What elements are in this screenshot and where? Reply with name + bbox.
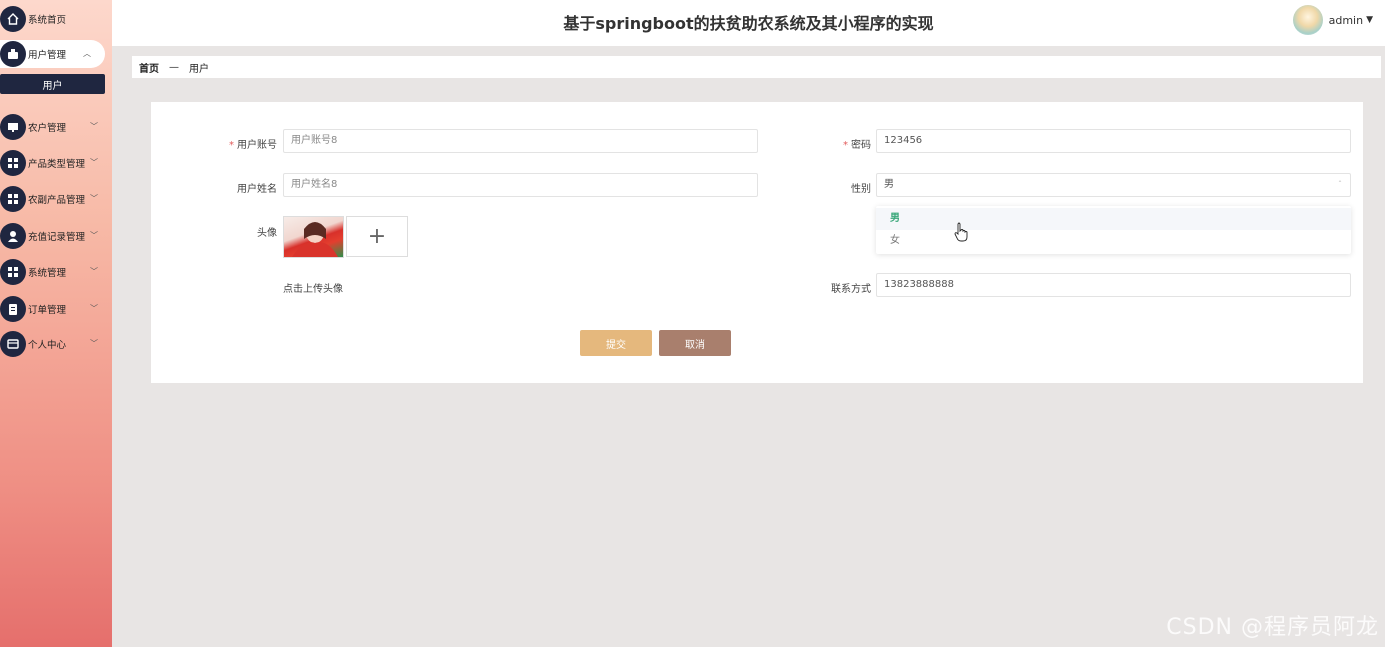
plus-icon: +: [367, 224, 387, 249]
gender-option-female[interactable]: 女: [876, 230, 1351, 252]
caret-down-icon: ▼: [1366, 15, 1373, 25]
top-header: 基于springboot的扶贫助农系统及其小程序的实现 admin ▼: [112, 0, 1385, 46]
gender-dropdown: 男 女: [876, 206, 1351, 254]
sidebar-item-home[interactable]: 系统首页: [0, 5, 112, 33]
breadcrumb: 首页 — 用户: [132, 56, 1381, 78]
sidebar-item-system[interactable]: 系统管理 ﹀: [0, 258, 112, 286]
app-title: 基于springboot的扶贫助农系统及其小程序的实现: [563, 14, 934, 33]
breadcrumb-separator: —: [169, 61, 179, 73]
required-mark: *: [843, 140, 848, 151]
clipboard-icon: [0, 296, 26, 322]
user-menu[interactable]: admin ▼: [1292, 5, 1373, 35]
chevron-down-icon: ﹀: [90, 122, 98, 131]
account-input[interactable]: 用户账号8: [283, 129, 758, 153]
chevron-down-icon: ﹀: [90, 158, 98, 167]
required-mark: *: [229, 140, 234, 151]
phone-label: 联系方式: [831, 284, 871, 295]
account-label: * 用户账号: [229, 140, 277, 151]
submenu-item-user[interactable]: 用户: [0, 74, 105, 94]
avatar-thumbnail[interactable]: [283, 216, 344, 258]
name-label: 用户姓名: [237, 184, 277, 195]
user-admin-icon: [0, 41, 26, 67]
grid-icon: [0, 186, 26, 212]
avatar: [1292, 5, 1323, 35]
sidebar: 系统首页 用户管理 ︿ 用户 农户管理 ﹀ 产品类型管理 ﹀ 农副产品管理 ﹀ …: [0, 0, 112, 647]
chevron-down-icon: ﹀: [90, 304, 98, 313]
sidebar-item-products[interactable]: 农副产品管理 ﹀: [0, 185, 112, 213]
sidebar-item-label: 系统首页: [28, 15, 67, 26]
sidebar-item-label: 农副产品管理: [28, 195, 86, 206]
sidebar-item-orders[interactable]: 订单管理 ﹀: [0, 295, 112, 323]
chevron-up-icon: ︿: [83, 49, 91, 58]
hand-cursor-icon: [954, 222, 968, 242]
sidebar-item-label: 个人中心: [28, 340, 67, 351]
sidebar-item-profile[interactable]: 个人中心 ﹀: [0, 330, 112, 358]
grid-icon: [0, 150, 26, 176]
home-icon: [0, 6, 26, 32]
sidebar-item-farmers[interactable]: 农户管理 ﹀: [0, 113, 112, 141]
sidebar-item-product-types[interactable]: 产品类型管理 ﹀: [0, 149, 112, 177]
name-input[interactable]: 用户姓名8: [283, 173, 758, 197]
password-input[interactable]: 123456: [876, 129, 1351, 153]
gender-option-male[interactable]: 男: [876, 208, 1351, 230]
avatar-upload-hint: 点击上传头像: [283, 284, 343, 295]
person-icon: [0, 223, 26, 249]
sidebar-item-label: 用户管理: [28, 50, 67, 61]
sidebar-item-label: 系统管理: [28, 268, 67, 279]
breadcrumb-home[interactable]: 首页: [139, 60, 159, 75]
chevron-down-icon: ﹀: [90, 339, 98, 348]
upload-add-button[interactable]: +: [346, 216, 408, 257]
card-icon: [0, 331, 26, 357]
gender-select[interactable]: 男 ˆ: [876, 173, 1351, 197]
watermark: CSDN @程序员阿龙: [1166, 615, 1379, 640]
chevron-down-icon: ﹀: [90, 194, 98, 203]
submit-button[interactable]: 提交: [580, 330, 652, 356]
avatar-label: 头像: [257, 228, 277, 239]
chevron-down-icon: ﹀: [90, 231, 98, 240]
chevron-up-icon: ˆ: [1338, 180, 1342, 189]
password-label: * 密码: [843, 140, 871, 151]
breadcrumb-current: 用户: [189, 63, 209, 75]
sidebar-item-label: 产品类型管理: [28, 159, 86, 170]
sidebar-item-label: 订单管理: [28, 305, 67, 316]
grid-icon: [0, 259, 26, 285]
gender-label: 性别: [851, 184, 871, 195]
cancel-button[interactable]: 取消: [659, 330, 731, 356]
phone-input[interactable]: 13823888888: [876, 273, 1351, 297]
username: admin: [1328, 13, 1364, 27]
gender-select-value: 男: [884, 179, 894, 190]
monitor-icon: [0, 114, 26, 140]
user-form: * 用户账号 用户账号8 * 密码 123456 用户姓名 用户姓名8 性别 男 ˆ…: [151, 102, 1363, 383]
sidebar-item-label: 充值记录管理: [28, 232, 86, 243]
sidebar-item-label: 农户管理: [28, 123, 67, 134]
chevron-down-icon: ﹀: [90, 267, 98, 276]
sidebar-item-users[interactable]: 用户管理 ︿: [0, 40, 105, 68]
sidebar-item-recharge[interactable]: 充值记录管理 ﹀: [0, 222, 112, 250]
